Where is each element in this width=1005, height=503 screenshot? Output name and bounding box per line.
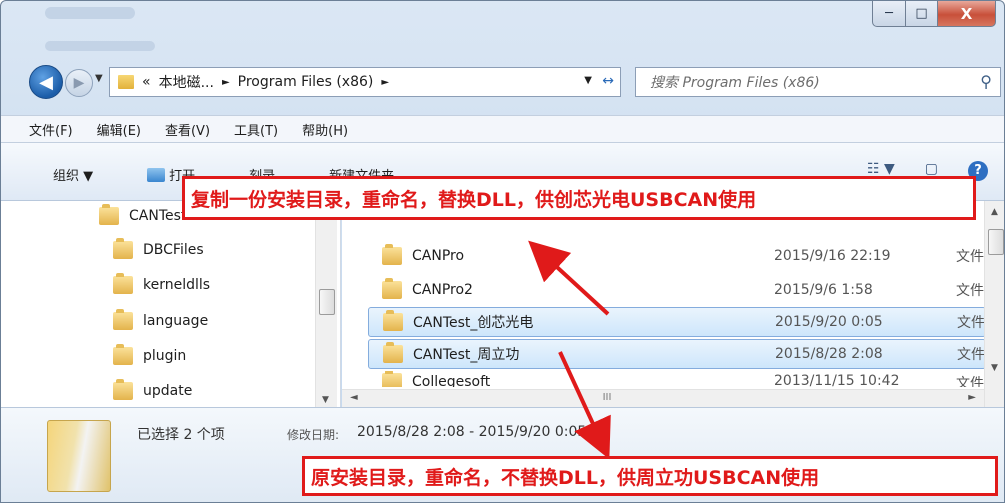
scroll-right-arrow[interactable]: ► <box>968 392 976 403</box>
file-date: 2013/11/15 10:42 <box>774 373 900 387</box>
refresh-icon[interactable]: ↔ <box>602 73 614 89</box>
address-bar[interactable]: « 本地磁... ► Program Files (x86) ► ▼ ↔ <box>109 67 621 97</box>
folder-icon <box>99 204 119 225</box>
folder-icon <box>383 342 403 363</box>
file-list-hscrollbar[interactable]: ◄ III ► <box>342 389 984 407</box>
menu-view[interactable]: 查看(V) <box>165 120 210 139</box>
back-button[interactable]: ◀ <box>29 65 63 99</box>
folder-thumbnail-icon <box>47 420 111 492</box>
file-type: 文件 <box>957 315 985 331</box>
file-date: 2015/9/16 22:19 <box>774 248 891 264</box>
search-icon[interactable]: ⚲ <box>980 72 992 91</box>
minimize-button[interactable]: ─ <box>872 1 906 27</box>
file-list-vscrollbar[interactable]: ▲ ▼ <box>984 201 1004 407</box>
open-icon <box>147 167 166 182</box>
file-date: 2015/9/6 1:58 <box>774 282 873 298</box>
scroll-left-arrow[interactable]: ◄ <box>350 392 358 403</box>
file-row[interactable]: CANPro2 2015/9/6 1:58 文件 <box>368 275 986 305</box>
menu-file[interactable]: 文件(F) <box>29 120 73 139</box>
selection-count: 已选择 2 个项 <box>137 427 225 443</box>
scroll-thumb[interactable] <box>319 289 335 315</box>
close-button[interactable]: X <box>938 1 996 27</box>
breadcrumb-separator-icon[interactable]: ► <box>222 77 230 88</box>
folder-icon <box>113 309 133 330</box>
file-type: 文件 <box>956 376 984 387</box>
annotation-bottom: 原安装目录，重命名，不替换DLL，供周立功USBCAN使用 <box>302 456 998 496</box>
blurred-subtitle <box>45 41 155 51</box>
tree-item-label: DBCFiles <box>143 242 204 258</box>
file-date: 2015/8/28 2:08 <box>775 346 883 362</box>
menu-bar: 文件(F) 编辑(E) 查看(V) 工具(T) 帮助(H) <box>1 115 1004 143</box>
explorer-window: ─ □ X ◀ ▶ ▼ « 本地磁... ► Program Files (x8… <box>0 0 1005 503</box>
scroll-down-arrow[interactable]: ▼ <box>322 395 329 405</box>
annotation-top: 复制一份安装目录，重命名，替换DLL，供创芯光电USBCAN使用 <box>182 176 976 220</box>
folder-icon <box>113 379 133 400</box>
organize-button[interactable]: 组织 ▼ <box>53 165 93 184</box>
breadcrumb-program-files[interactable]: Program Files (x86) <box>238 74 374 90</box>
folder-icon <box>113 238 133 259</box>
tree-item-plugin[interactable]: plugin <box>113 344 187 365</box>
file-row-selected[interactable]: CANTest_周立功 2015/8/28 2:08 文件 <box>368 339 986 369</box>
breadcrumb-separator-icon[interactable]: ► <box>381 77 389 88</box>
modified-label: 修改日期: <box>287 428 340 442</box>
scroll-up-arrow[interactable]: ▲ <box>991 207 998 217</box>
tree-item-label: CANTest <box>129 208 187 224</box>
scroll-thumb[interactable] <box>988 229 1004 255</box>
tree-item-label: plugin <box>143 348 187 364</box>
scroll-thumb[interactable]: III <box>596 392 618 406</box>
file-type: 文件 <box>956 249 984 265</box>
file-row[interactable]: Collegesoft 2013/11/15 10:42 文件 <box>368 371 986 387</box>
recent-pages-dropdown[interactable]: ▼ <box>95 73 103 84</box>
folder-icon <box>118 75 134 89</box>
address-dropdown-icon[interactable]: ▼ <box>584 75 592 86</box>
tree-item-update[interactable]: update <box>113 379 193 400</box>
breadcrumb-local-disk[interactable]: 本地磁... <box>159 72 214 92</box>
tree-item-label: language <box>143 313 209 329</box>
modified-value: 2015/8/28 2:08 - 2015/9/20 0:05 <box>357 424 587 440</box>
tree-item-language[interactable]: language <box>113 309 209 330</box>
folder-icon <box>382 244 402 265</box>
file-name: CANTest_周立功 <box>413 347 520 363</box>
folder-icon <box>113 273 133 294</box>
menu-tools[interactable]: 工具(T) <box>234 120 278 139</box>
tree-item-label: update <box>143 383 193 399</box>
file-type: 文件 <box>956 283 984 299</box>
navigation-pane: CANTest DBCFiles kerneldlls language plu… <box>1 201 341 407</box>
file-list: CANPro 2015/9/16 22:19 文件 CANPro2 2015/9… <box>342 201 1004 407</box>
file-name: CANTest_创芯光电 <box>413 315 534 331</box>
search-placeholder: 搜索 Program Files (x86) <box>650 75 820 91</box>
tree-item-root[interactable]: CANTest <box>99 204 187 225</box>
file-row-selected[interactable]: CANTest_创芯光电 2015/9/20 0:05 文件 <box>368 307 986 337</box>
window-controls: ─ □ X <box>872 1 996 27</box>
menu-edit[interactable]: 编辑(E) <box>97 120 141 139</box>
scroll-down-arrow[interactable]: ▼ <box>991 363 998 373</box>
folder-icon <box>113 344 133 365</box>
folder-icon <box>382 278 402 299</box>
tree-item-dbcfiles[interactable]: DBCFiles <box>113 238 204 259</box>
nav-scrollbar[interactable]: ▼ <box>315 201 337 407</box>
file-name: Collegesoft <box>412 374 491 387</box>
address-row: ◀ ▶ ▼ « 本地磁... ► Program Files (x86) ► ▼… <box>1 61 1004 101</box>
maximize-button[interactable]: □ <box>906 1 938 27</box>
forward-button[interactable]: ▶ <box>65 69 93 97</box>
menu-help[interactable]: 帮助(H) <box>302 120 348 139</box>
tree-item-kerneldlls[interactable]: kerneldlls <box>113 273 211 294</box>
search-input[interactable]: 搜索 Program Files (x86) ⚲ <box>635 67 1001 97</box>
breadcrumb-overflow[interactable]: « <box>142 74 151 90</box>
file-name: CANPro <box>412 248 465 264</box>
blurred-title <box>45 7 135 19</box>
file-type: 文件 <box>957 347 985 363</box>
folder-icon <box>382 371 402 387</box>
folder-icon <box>383 310 403 331</box>
tree-item-label: kerneldlls <box>143 277 211 293</box>
file-name: CANPro2 <box>412 282 473 298</box>
file-date: 2015/9/20 0:05 <box>775 314 883 330</box>
file-row[interactable]: CANPro 2015/9/16 22:19 文件 <box>368 241 986 271</box>
